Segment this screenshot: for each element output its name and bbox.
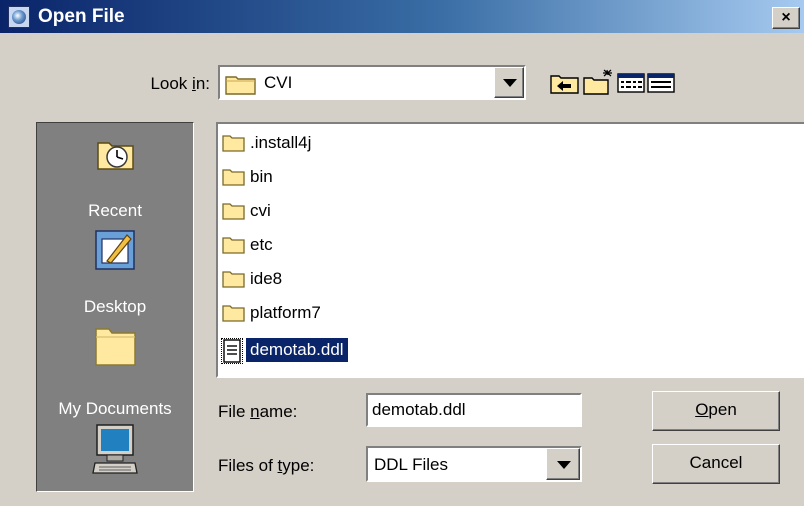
create-new-folder-icon[interactable] [582, 68, 614, 96]
files-of-type-dropdown-arrow[interactable] [546, 448, 580, 480]
look-in-label: Look in: [150, 74, 210, 93]
look-in-value: CVI [264, 73, 293, 92]
folder-icon [222, 237, 245, 254]
recent-clock-icon [97, 142, 134, 170]
files-of-type-value: DDL Files [374, 455, 448, 474]
close-icon: × [781, 9, 791, 26]
look-in-dropdown-arrow[interactable] [494, 67, 524, 98]
files-of-type-dropdown[interactable]: DDL Files [366, 446, 582, 482]
close-button[interactable]: × [772, 7, 800, 29]
folder-icon [222, 169, 245, 186]
folder-icon [222, 203, 245, 220]
window-title: Open File [38, 6, 125, 27]
document-icon [221, 338, 243, 364]
folder-icon [222, 305, 245, 322]
places-label-desktop: Desktop [83, 297, 147, 316]
folder-icon [222, 271, 245, 288]
desktop-icon [95, 230, 135, 270]
my-computer-icon [92, 424, 138, 474]
details-view-icon[interactable] [646, 68, 676, 96]
file-name-label: File name: [218, 402, 298, 421]
places-label-recent: Recent [88, 201, 142, 220]
title-bar[interactable]: Open File × [0, 0, 804, 33]
files-of-type-label: Files of type: [218, 456, 315, 475]
open-button[interactable]: Open [652, 391, 780, 431]
up-one-level-icon[interactable] [549, 68, 581, 96]
folder-icon [225, 76, 256, 95]
app-icon[interactable] [8, 6, 30, 28]
look-in-dropdown[interactable]: CVI [218, 65, 526, 100]
places-bar: Recent Desktop My Documents [36, 122, 194, 492]
list-view-icon[interactable] [616, 68, 646, 96]
my-documents-folder-icon [95, 328, 136, 366]
file-name-field[interactable]: demotab.ddl [366, 393, 582, 427]
folder-icon [222, 135, 245, 152]
places-label-my-documents: My Documents [58, 399, 172, 418]
chevron-down-icon [557, 461, 571, 469]
chevron-down-icon [503, 79, 517, 87]
file-list[interactable]: .install4j bin cvi etc ide8 platform7 de… [216, 122, 804, 378]
cancel-button[interactable]: Cancel [652, 444, 780, 484]
